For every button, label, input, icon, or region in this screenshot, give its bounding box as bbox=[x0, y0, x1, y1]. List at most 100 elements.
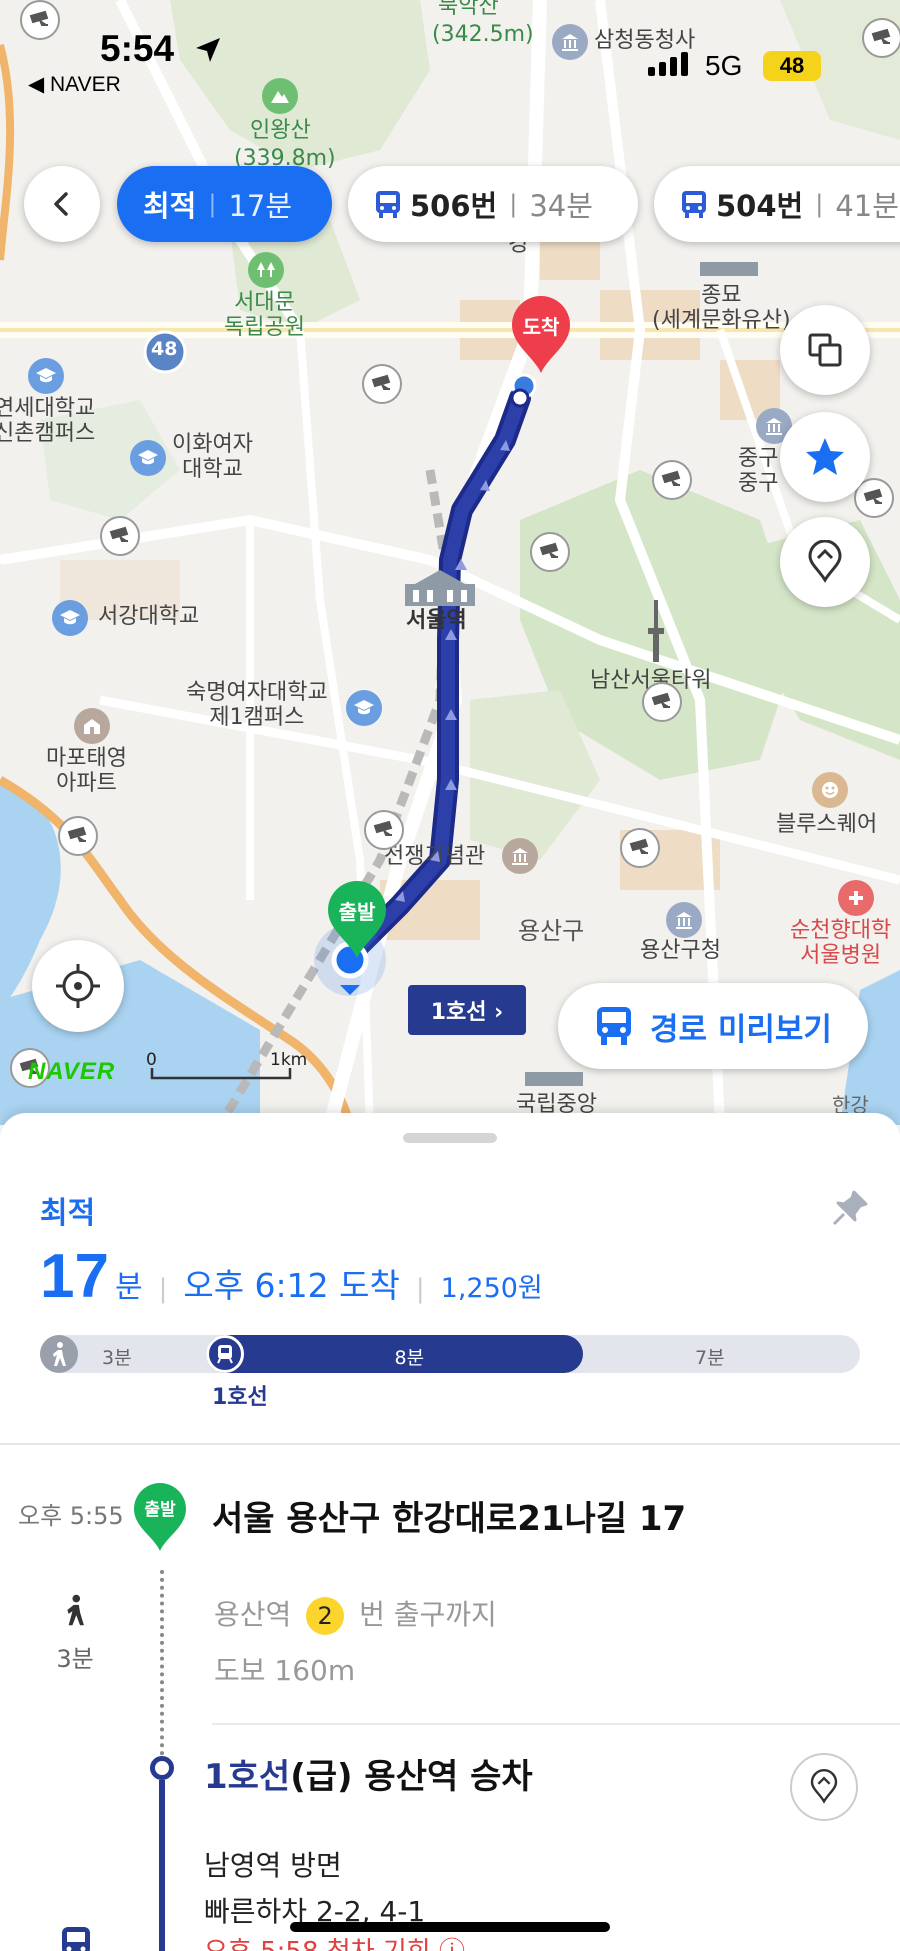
map-label-yongsan-gu: 용산구 bbox=[518, 917, 585, 945]
origin-marker[interactable]: 출발 bbox=[326, 880, 388, 960]
route-option-best[interactable]: 최적 | 17분 bbox=[117, 166, 332, 242]
battery-icon: 48 bbox=[763, 51, 821, 81]
boarding-node bbox=[150, 1756, 174, 1780]
chevron-left-icon bbox=[54, 192, 68, 216]
bus-icon bbox=[597, 1007, 632, 1045]
arrival-time: 오후 6:12 도착 bbox=[183, 1266, 400, 1305]
crosshair-icon bbox=[56, 964, 100, 1008]
map-label-inwangsan: 인왕산 bbox=[250, 118, 311, 143]
route-option-time: 34분 bbox=[529, 189, 593, 223]
status-bar: 5:54 ◀ NAVER 5G 48 bbox=[0, 0, 900, 100]
boarding-station: (급) 용산역 승차 bbox=[290, 1757, 533, 1797]
apartment-icon bbox=[74, 708, 110, 744]
cellular-signal-icon bbox=[648, 52, 688, 76]
map-label-jongmyo: 종묘 (세계문화유산) bbox=[652, 283, 791, 334]
subway-icon bbox=[62, 1927, 90, 1951]
scale-km: 1km bbox=[270, 1050, 308, 1070]
map-label-war-memorial: 전쟁기념관 bbox=[384, 844, 486, 869]
station-location-button[interactable] bbox=[790, 1753, 858, 1821]
home-indicator[interactable] bbox=[290, 1922, 610, 1932]
pushpin-icon[interactable] bbox=[830, 1188, 870, 1228]
park-icon bbox=[248, 252, 284, 288]
university-icon bbox=[28, 358, 64, 394]
network-type: 5G bbox=[705, 50, 743, 81]
map-pin-icon bbox=[810, 1769, 838, 1804]
divider bbox=[212, 1723, 900, 1725]
map-label-seoul-station: 서울역 bbox=[406, 608, 467, 633]
route-preview-button[interactable]: 경로 미리보기 bbox=[558, 983, 868, 1069]
museum-icon bbox=[502, 838, 538, 874]
route-option-time: 41분 bbox=[835, 189, 899, 223]
star-icon bbox=[806, 438, 844, 475]
theater-mask-icon bbox=[812, 772, 848, 808]
route-timeline-bar: 3분 8분 7분 bbox=[40, 1335, 860, 1373]
sheet-drag-handle[interactable] bbox=[403, 1133, 497, 1143]
route-option-label: 504번 bbox=[716, 189, 804, 223]
route-detail-sheet[interactable]: 최적 17 분 | 오후 6:12 도착 | 1,250원 3분 8분 7분 1… bbox=[0, 1113, 900, 1951]
bus-icon bbox=[376, 191, 400, 218]
route-summary: 17 분 | 오후 6:12 도착 | 1,250원 bbox=[40, 1242, 543, 1311]
map-label-sogang: 서강대학교 bbox=[98, 604, 200, 629]
map-label-junggu: 중구 중구 bbox=[738, 446, 779, 497]
bus-icon bbox=[682, 191, 706, 218]
timeline-train-duration: 8분 bbox=[394, 1347, 425, 1369]
boarding-line: 1호선 bbox=[204, 1757, 291, 1797]
cctv-icon[interactable] bbox=[620, 828, 660, 868]
timeline-walk1-duration: 3분 bbox=[102, 1347, 132, 1369]
back-to-app-link[interactable]: ◀ NAVER bbox=[28, 72, 121, 97]
cctv-icon[interactable] bbox=[364, 810, 404, 850]
cctv-icon[interactable] bbox=[58, 816, 98, 856]
cctv-icon[interactable] bbox=[100, 516, 140, 556]
destination-marker[interactable]: 도착 bbox=[510, 295, 572, 375]
walk-duration: 3분 bbox=[56, 1645, 94, 1673]
map-layers-button[interactable] bbox=[780, 305, 870, 395]
map-label-yonsei: 연세대학교 신촌캠퍼스 bbox=[0, 396, 96, 447]
location-arrow-icon bbox=[196, 38, 220, 62]
route-option-bus-504[interactable]: 504번 | 41분 bbox=[654, 166, 900, 242]
university-icon bbox=[130, 440, 166, 476]
route-option-bus-506[interactable]: 506번 | 34분 bbox=[348, 166, 638, 242]
road-number-48: 48 bbox=[151, 338, 178, 360]
cctv-icon[interactable] bbox=[362, 364, 402, 404]
total-minutes: 17 bbox=[40, 1242, 109, 1311]
divider bbox=[0, 1443, 900, 1445]
map-label-yongsan-office: 용산구청 bbox=[640, 938, 721, 963]
departure-time: 오후 5:55 bbox=[18, 1502, 124, 1530]
timeline-walk2-duration: 7분 bbox=[695, 1347, 725, 1369]
hospital-icon bbox=[838, 880, 874, 916]
naver-logo: NAVER bbox=[28, 1058, 116, 1085]
train-direction: 남영역 방면 bbox=[204, 1849, 342, 1882]
government-office-icon bbox=[666, 902, 702, 938]
route-preview-label: 경로 미리보기 bbox=[650, 1011, 832, 1048]
origin-address[interactable]: 서울 용산구 한강대로21나길 17 bbox=[212, 1491, 686, 1540]
cctv-icon[interactable] bbox=[530, 532, 570, 572]
walking-icon bbox=[40, 1335, 78, 1373]
walk-exit-text: 번 출구까지 bbox=[359, 1598, 497, 1631]
map-pin-icon bbox=[808, 540, 842, 583]
route-option-time: 17분 bbox=[228, 189, 293, 223]
map-label-ewha: 이화여자 대학교 bbox=[172, 432, 253, 483]
map-scale: 0 1km bbox=[146, 1050, 308, 1080]
university-icon bbox=[346, 690, 382, 726]
destination-marker-label: 도착 bbox=[522, 315, 560, 339]
next-train-info[interactable]: 오후 5:58 첫차 기회 ⓘ bbox=[204, 1931, 465, 1951]
route-options-bar: 최적 | 17분 506번 | 34분 504번 | 41분 bbox=[0, 166, 900, 242]
route-line-tag[interactable]: 1호선 › bbox=[408, 985, 526, 1035]
timeline-line-label: 1호선 bbox=[212, 1385, 268, 1410]
map-label-mapo-apt: 마포태영 아파트 bbox=[46, 746, 127, 797]
current-location-button[interactable] bbox=[32, 940, 124, 1032]
place-pin-button[interactable] bbox=[780, 517, 870, 607]
map-label-seodaemun-park: 서대문 독립공원 bbox=[224, 290, 305, 341]
fare: 1,250원 bbox=[440, 1273, 543, 1304]
subway-line-track bbox=[159, 1780, 165, 1951]
origin-marker-label: 출발 bbox=[338, 900, 376, 924]
walk-step-indicator: 3분 bbox=[50, 1591, 100, 1674]
walk-instructions: 용산역 2 번 출구까지 도보 160m bbox=[214, 1587, 497, 1699]
boarding-title[interactable]: 1호선(급) 용산역 승차 bbox=[204, 1749, 533, 1798]
scale-zero: 0 bbox=[146, 1050, 157, 1070]
favorite-button[interactable] bbox=[780, 412, 870, 502]
cctv-icon[interactable] bbox=[642, 682, 682, 722]
back-button[interactable] bbox=[24, 166, 100, 242]
cctv-icon[interactable] bbox=[652, 460, 692, 500]
map-view[interactable]: 북악산 (342.5m) 삼청동청사 인왕산 (339.8m) 서대문 독립공원… bbox=[0, 0, 900, 1125]
